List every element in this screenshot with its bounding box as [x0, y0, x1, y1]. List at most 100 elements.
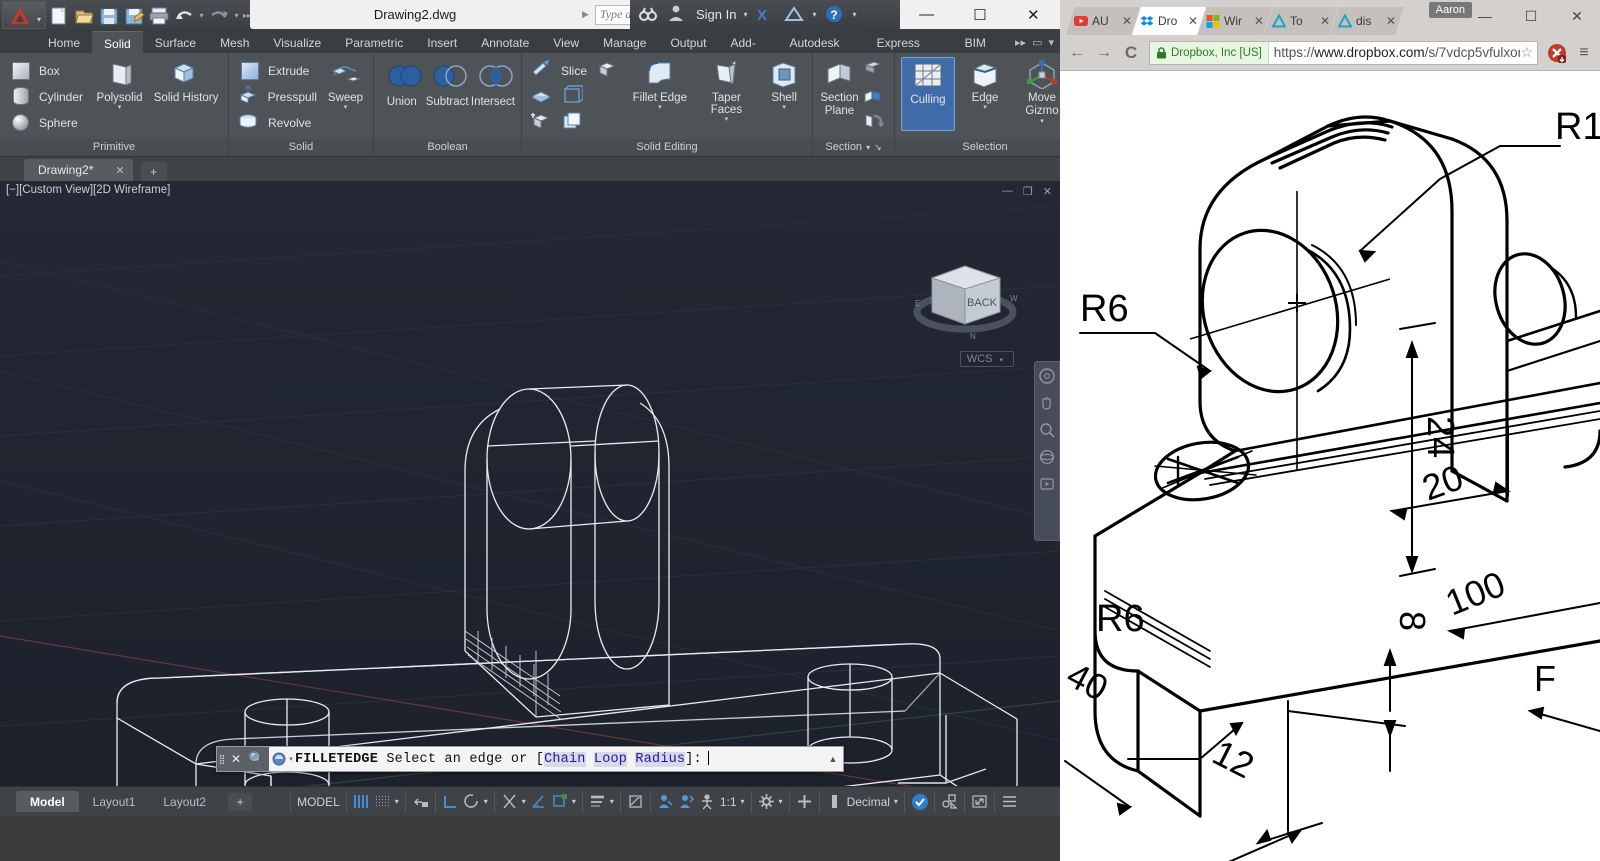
ortho-mode-icon[interactable] — [442, 793, 459, 810]
zoom-extents-icon[interactable] — [1039, 422, 1055, 438]
chevron-down-icon[interactable]: ▾ — [118, 104, 122, 111]
tool-section-plane[interactable]: Section Plane — [819, 57, 860, 118]
saveas-icon[interactable] — [123, 5, 145, 27]
annotation-scale-person-icon[interactable] — [699, 793, 716, 810]
selection-square-icon[interactable] — [551, 793, 568, 810]
ribbon-tab-surface[interactable]: Surface — [143, 31, 208, 53]
solid-edit-copy-icon[interactable] — [561, 110, 587, 136]
tool-intersect[interactable]: Intersect — [471, 61, 515, 108]
tool-move-gizmo[interactable]: Move Gizmo ▾ — [1015, 57, 1060, 125]
tool-fillet-edge[interactable]: Fillet Edge ▾ — [629, 57, 691, 111]
ribbon-tab-express-tools[interactable]: Express Tools — [865, 31, 953, 70]
panel-dialog-launcher-icon[interactable]: ↘ — [874, 139, 882, 156]
bookmark-star-icon[interactable]: ☆ — [1520, 44, 1533, 61]
browser-tab-wiring[interactable]: Wir ✕ — [1198, 7, 1272, 35]
close-icon[interactable]: ✕ — [1122, 14, 1132, 28]
polar-tracking-icon[interactable] — [463, 793, 480, 810]
osnap-dropdown-icon[interactable]: ▾ — [522, 797, 526, 806]
tool-sphere[interactable]: Sphere — [6, 111, 85, 135]
pan-hand-icon[interactable] — [1039, 395, 1055, 411]
qat-more-icon[interactable]: ▸▸ — [243, 11, 251, 20]
tool-subtract[interactable]: Subtract — [425, 61, 469, 108]
orbit-icon[interactable] — [1039, 449, 1055, 465]
ribbon-tab-home[interactable]: Home — [36, 31, 92, 53]
tool-culling[interactable]: Culling — [901, 57, 955, 131]
chevron-down-icon[interactable]: ▾ — [782, 104, 786, 111]
command-keyword-radius[interactable]: Radius — [635, 752, 686, 767]
object-snap-icon[interactable] — [501, 793, 518, 810]
navigation-bar[interactable] — [1034, 361, 1060, 541]
ribbon-tab-view[interactable]: View — [541, 31, 591, 53]
open-icon[interactable] — [73, 5, 95, 27]
viewcube[interactable]: BACK W E N — [910, 236, 1020, 346]
viewport-label[interactable]: [−][Custom View][2D Wireframe] — [6, 184, 170, 196]
url-text[interactable]: https://www.dropbox.com/s/7vdcp5vfulxor — [1269, 45, 1521, 60]
help-icon[interactable]: ? — [824, 4, 846, 26]
browser-tab-dropbox[interactable]: Dro ✕ — [1132, 7, 1206, 35]
hardware-acceleration-icon[interactable] — [911, 793, 928, 810]
layout-tab-model[interactable]: Model — [16, 791, 79, 812]
viewport-restore-icon[interactable]: ❐ — [1023, 185, 1033, 198]
annotation-visibility-icon[interactable] — [657, 793, 674, 810]
chevron-down-icon[interactable]: ▾ — [658, 104, 662, 111]
autodesk-360-icon[interactable] — [783, 4, 806, 26]
lineweight-dropdown-icon[interactable]: ▾ — [610, 797, 614, 806]
signin-dropdown-icon[interactable]: ▾ — [743, 10, 747, 19]
browser-close-button[interactable]: ✕ — [1555, 0, 1599, 32]
undo-icon[interactable] — [173, 5, 195, 27]
ribbon-minimize-icon[interactable]: ▭ — [1032, 36, 1042, 49]
command-keyword-chain[interactable]: Chain — [544, 752, 586, 767]
ucs-selector[interactable]: WCS ▾ — [959, 351, 1014, 367]
back-button[interactable]: ← — [1068, 44, 1086, 62]
layout-tab-layout1[interactable]: Layout1 — [79, 791, 150, 812]
close-icon[interactable]: ✕ — [1386, 14, 1396, 28]
browser-tab-au[interactable]: AU ✕ — [1066, 7, 1140, 35]
scale-dropdown-icon[interactable]: ▾ — [741, 797, 745, 806]
solid-edit-faces-icon[interactable] — [596, 58, 622, 84]
autocad-logo[interactable]: ▾ — [2, 1, 46, 29]
tool-union[interactable]: Union — [380, 61, 423, 108]
tool-box[interactable]: Box — [6, 59, 85, 83]
units-icon[interactable] — [826, 793, 843, 810]
redo-dropdown-icon[interactable]: ▾ — [233, 11, 240, 20]
infer-constraints-icon[interactable] — [412, 793, 429, 810]
search-expand-icon[interactable]: ▶ — [582, 9, 589, 20]
chevron-down-icon[interactable]: ▾ — [1040, 118, 1044, 125]
close-icon[interactable]: ✕ — [1320, 14, 1330, 28]
ribbon-tab-solid[interactable]: Solid — [92, 31, 143, 53]
live-section-icon[interactable] — [862, 57, 888, 83]
browser-tab-to[interactable]: To ✕ — [1264, 7, 1338, 35]
annotation-scale-value[interactable]: 1:1 — [720, 795, 737, 809]
help-dropdown-icon[interactable]: ▾ — [853, 10, 857, 19]
browser-maximize-button[interactable]: ☐ — [1509, 0, 1553, 32]
tool-cylinder[interactable]: Cylinder — [6, 85, 85, 109]
snap-mode-icon[interactable] — [374, 793, 391, 810]
annotation-autoscale-icon[interactable] — [678, 793, 695, 810]
lineweight-icon[interactable] — [589, 793, 606, 810]
chevron-down-icon[interactable]: ▾ — [725, 116, 729, 123]
chevron-down-icon[interactable]: ▾ — [983, 104, 987, 111]
redo-icon[interactable] — [208, 5, 230, 27]
add-plus-icon[interactable] — [796, 793, 813, 810]
chevron-down-icon[interactable]: ▾ — [999, 357, 1003, 364]
chevron-down-icon[interactable]: ▾ — [344, 104, 348, 111]
drawing-viewport[interactable]: [−][Custom View][2D Wireframe] — ❐ ✕ BAC… — [0, 181, 1060, 786]
snap-dropdown-icon[interactable]: ▾ — [395, 797, 399, 806]
gear-icon[interactable] — [758, 793, 775, 810]
ribbon-tab-output[interactable]: Output — [658, 31, 718, 53]
ribbon-tab-addins[interactable]: Add-ins — [719, 31, 778, 70]
new-layout-button[interactable]: + — [228, 792, 253, 811]
model-space-toggle[interactable]: MODEL — [297, 795, 340, 809]
panel-expand-icon[interactable]: ▾ — [866, 139, 870, 156]
command-keyword-loop[interactable]: Loop — [593, 752, 628, 767]
browser-tab-dis[interactable]: dis ✕ — [1330, 7, 1404, 35]
customization-menu-icon[interactable] — [1001, 793, 1018, 810]
ribbon-tab-bim360[interactable]: BIM 360 — [953, 31, 1015, 70]
transparency-icon[interactable] — [627, 793, 644, 810]
tool-separate[interactable] — [528, 111, 624, 135]
file-tab-drawing2[interactable]: Drawing2* ✕ — [24, 159, 133, 181]
command-line-close-icon[interactable]: ✕ — [227, 747, 245, 771]
new-icon[interactable] — [48, 5, 70, 27]
ribbon-overflow-icon[interactable]: ▸▸ — [1015, 36, 1026, 49]
tool-solid-history[interactable]: Solid History — [150, 57, 222, 104]
